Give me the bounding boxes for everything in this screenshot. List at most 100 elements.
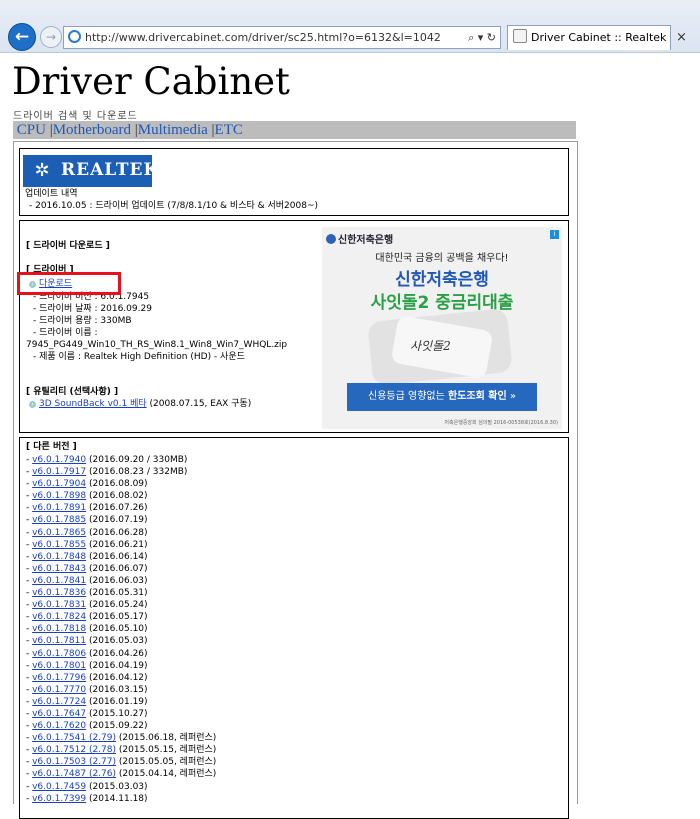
version-link[interactable]: v6.0.1.7796 — [32, 673, 86, 683]
version-link[interactable]: v6.0.1.7811 — [32, 636, 86, 646]
version-list-item: - v6.0.1.7811 (2016.05.03) — [26, 635, 216, 647]
update-line: - 2016.10.05 : 드라이버 업데이트 (7/8/8.1/10 & 비… — [29, 201, 319, 211]
version-list-item: - v6.0.1.7917 (2016.08.23 / 332MB) — [26, 466, 216, 478]
utility-link[interactable]: 3D SoundBack v0.1 베타 — [39, 399, 147, 409]
address-tools: ⌕ ▾ ↻ — [468, 31, 496, 44]
version-list-item: - v6.0.1.7487 (2.76) (2015.04.14, 레퍼런스) — [26, 768, 216, 780]
version-link[interactable]: v6.0.1.7541 (2.79) — [32, 733, 116, 743]
version-link[interactable]: v6.0.1.7770 — [32, 685, 86, 695]
version-link[interactable]: v6.0.1.7841 — [32, 576, 86, 586]
version-note: (2016.09.20 / 330MB) — [88, 455, 188, 465]
refresh-icon[interactable]: ↻ — [487, 31, 496, 44]
version-note: (2015.06.18, 레퍼런스) — [118, 733, 217, 744]
version-note: (2015.10.27) — [88, 708, 148, 719]
version-list-item: - v6.0.1.7891 (2016.07.26) — [26, 502, 216, 514]
version-link[interactable]: v6.0.1.7459 — [32, 782, 86, 792]
ad-cta-text: 신용등급 영향없는 — [368, 391, 448, 402]
version-link[interactable]: v6.0.1.7885 — [32, 515, 86, 525]
download-heading: [ 드라이버 다운로드 ] — [26, 241, 110, 251]
forward-button[interactable]: → — [40, 26, 62, 48]
category-menu: CPU |Motherboard |Multimedia |ETC — [13, 121, 576, 139]
ad-line-1: 대한민국 금융의 공백을 채우다! — [375, 253, 509, 264]
version-note: (2016.06.21) — [88, 539, 148, 550]
version-note: (2016.04.19) — [88, 660, 148, 671]
menu-cpu[interactable]: CPU — [17, 122, 46, 138]
version-note: (2016.05.31) — [88, 588, 148, 599]
version-note: (2015.05.05, 레퍼런스) — [118, 757, 217, 768]
version-link[interactable]: v6.0.1.7917 — [32, 467, 86, 477]
version-link[interactable]: v6.0.1.7620 — [32, 721, 86, 731]
version-link[interactable]: v6.0.1.7891 — [32, 503, 86, 513]
update-heading: 업데이트 내역 — [25, 189, 78, 199]
search-icon[interactable]: ⌕ — [468, 31, 474, 44]
version-link[interactable]: v6.0.1.7904 — [32, 479, 86, 489]
version-note: (2016.07.19) — [88, 515, 148, 526]
browser-tab[interactable]: Driver Cabinet :: Realtek H... — [507, 25, 671, 50]
version-list-item: - v6.0.1.7885 (2016.07.19) — [26, 514, 216, 526]
ad-cta-bold: 한도조회 확인 — [447, 391, 507, 402]
version-note: (2015.04.14, 레퍼런스) — [118, 769, 217, 780]
back-button[interactable]: ← — [8, 23, 36, 51]
version-note: (2016.08.09) — [88, 479, 148, 490]
ad-bank-text: 신한저축은행 — [338, 235, 394, 246]
version-list-item: - v6.0.1.7818 (2016.05.10) — [26, 623, 216, 635]
version-link[interactable]: v6.0.1.7843 — [32, 564, 86, 574]
site-title: Driver Cabinet — [12, 60, 290, 103]
address-bar[interactable]: http://www.drivercabinet.com/driver/sc25… — [63, 26, 501, 49]
version-link[interactable]: v6.0.1.7836 — [32, 588, 86, 598]
version-list-item: - v6.0.1.7459 (2015.03.03) — [26, 781, 216, 793]
version-list-item: - v6.0.1.7848 (2016.06.14) — [26, 551, 216, 563]
version-list-item: - v6.0.1.7512 (2.78) (2015.05.15, 레퍼런스) — [26, 744, 216, 756]
browser-toolbar: ← → http://www.drivercabinet.com/driver/… — [0, 0, 700, 53]
version-link[interactable]: v6.0.1.7512 (2.78) — [32, 745, 116, 755]
version-link[interactable]: v6.0.1.7865 — [32, 528, 86, 538]
version-list-item: - v6.0.1.7904 (2016.08.09) — [26, 478, 216, 490]
version-list-item: - v6.0.1.7770 (2016.03.15) — [26, 684, 216, 696]
version-link[interactable]: v6.0.1.7940 — [32, 455, 86, 465]
version-link[interactable]: v6.0.1.7647 — [32, 709, 86, 719]
version-list-item: - v6.0.1.7806 (2016.04.26) — [26, 648, 216, 660]
ad-line-3: 사잇돌2 중금리대출 — [370, 293, 514, 313]
version-link[interactable]: v6.0.1.7855 — [32, 540, 86, 550]
version-link[interactable]: v6.0.1.7848 — [32, 552, 86, 562]
version-link[interactable]: v6.0.1.7824 — [32, 612, 86, 622]
version-list-item: - v6.0.1.7801 (2016.04.19) — [26, 660, 216, 672]
driver-size: - 드라이버 용량 : 330MB — [33, 316, 132, 326]
logo-text: REALTEK — [61, 160, 160, 180]
ad-cta-button[interactable]: 신용등급 영향없는 한도조회 확인 » — [347, 383, 537, 411]
version-link[interactable]: v6.0.1.7831 — [32, 600, 86, 610]
version-link[interactable]: v6.0.1.7487 (2.76) — [32, 769, 116, 779]
version-link[interactable]: v6.0.1.7806 — [32, 649, 86, 659]
advertisement-banner[interactable]: 신한저축은행 i 대한민국 금융의 공백을 채우다! 신한저축은행 사잇돌2 중… — [322, 227, 562, 429]
ad-line-2: 신한저축은행 — [395, 270, 489, 290]
utility-row: › 3D SoundBack v0.1 베타 (2008.07.15, EAX 구… — [29, 398, 251, 410]
version-link[interactable]: v6.0.1.7503 (2.77) — [32, 757, 116, 767]
version-list-item: - v6.0.1.7843 (2016.06.07) — [26, 563, 216, 575]
realtek-logo: ✲ REALTEK — [23, 155, 158, 187]
version-link[interactable]: v6.0.1.7724 — [32, 697, 86, 707]
arrow-icon: › — [29, 401, 36, 408]
version-list-item: - v6.0.1.7836 (2016.05.31) — [26, 587, 216, 599]
version-note: (2014.11.18) — [88, 793, 148, 804]
version-link[interactable]: v6.0.1.7801 — [32, 661, 86, 671]
menu-etc[interactable]: ETC — [215, 122, 243, 138]
version-link[interactable]: v6.0.1.7818 — [32, 624, 86, 634]
version-note: (2016.06.28) — [88, 527, 148, 538]
menu-multimedia[interactable]: Multimedia — [138, 122, 208, 138]
version-note: (2016.01.19) — [88, 696, 148, 707]
close-tab-icon[interactable]: × — [676, 30, 687, 45]
version-list-item: - v6.0.1.7796 (2016.04.12) — [26, 672, 216, 684]
version-link[interactable]: v6.0.1.7898 — [32, 491, 86, 501]
version-list: - v6.0.1.7940 (2016.09.20 / 330MB) - v6.0… — [26, 454, 216, 805]
version-link[interactable]: v6.0.1.7399 — [32, 794, 86, 804]
version-list-item: - v6.0.1.7620 (2015.09.22) — [26, 720, 216, 732]
menu-motherboard[interactable]: Motherboard — [53, 122, 131, 138]
ad-info-icon[interactable]: i — [550, 230, 559, 239]
version-list-item: - v6.0.1.7855 (2016.06.21) — [26, 539, 216, 551]
version-note: (2016.05.17) — [88, 612, 148, 623]
bank-logo-icon — [326, 234, 336, 244]
version-note: (2015.09.22) — [88, 721, 148, 732]
version-note: (2015.05.15, 레퍼런스) — [118, 745, 217, 756]
version-list-item: - v6.0.1.7940 (2016.09.20 / 330MB) — [26, 454, 216, 466]
tab-title: Driver Cabinet :: Realtek H... — [531, 31, 670, 44]
